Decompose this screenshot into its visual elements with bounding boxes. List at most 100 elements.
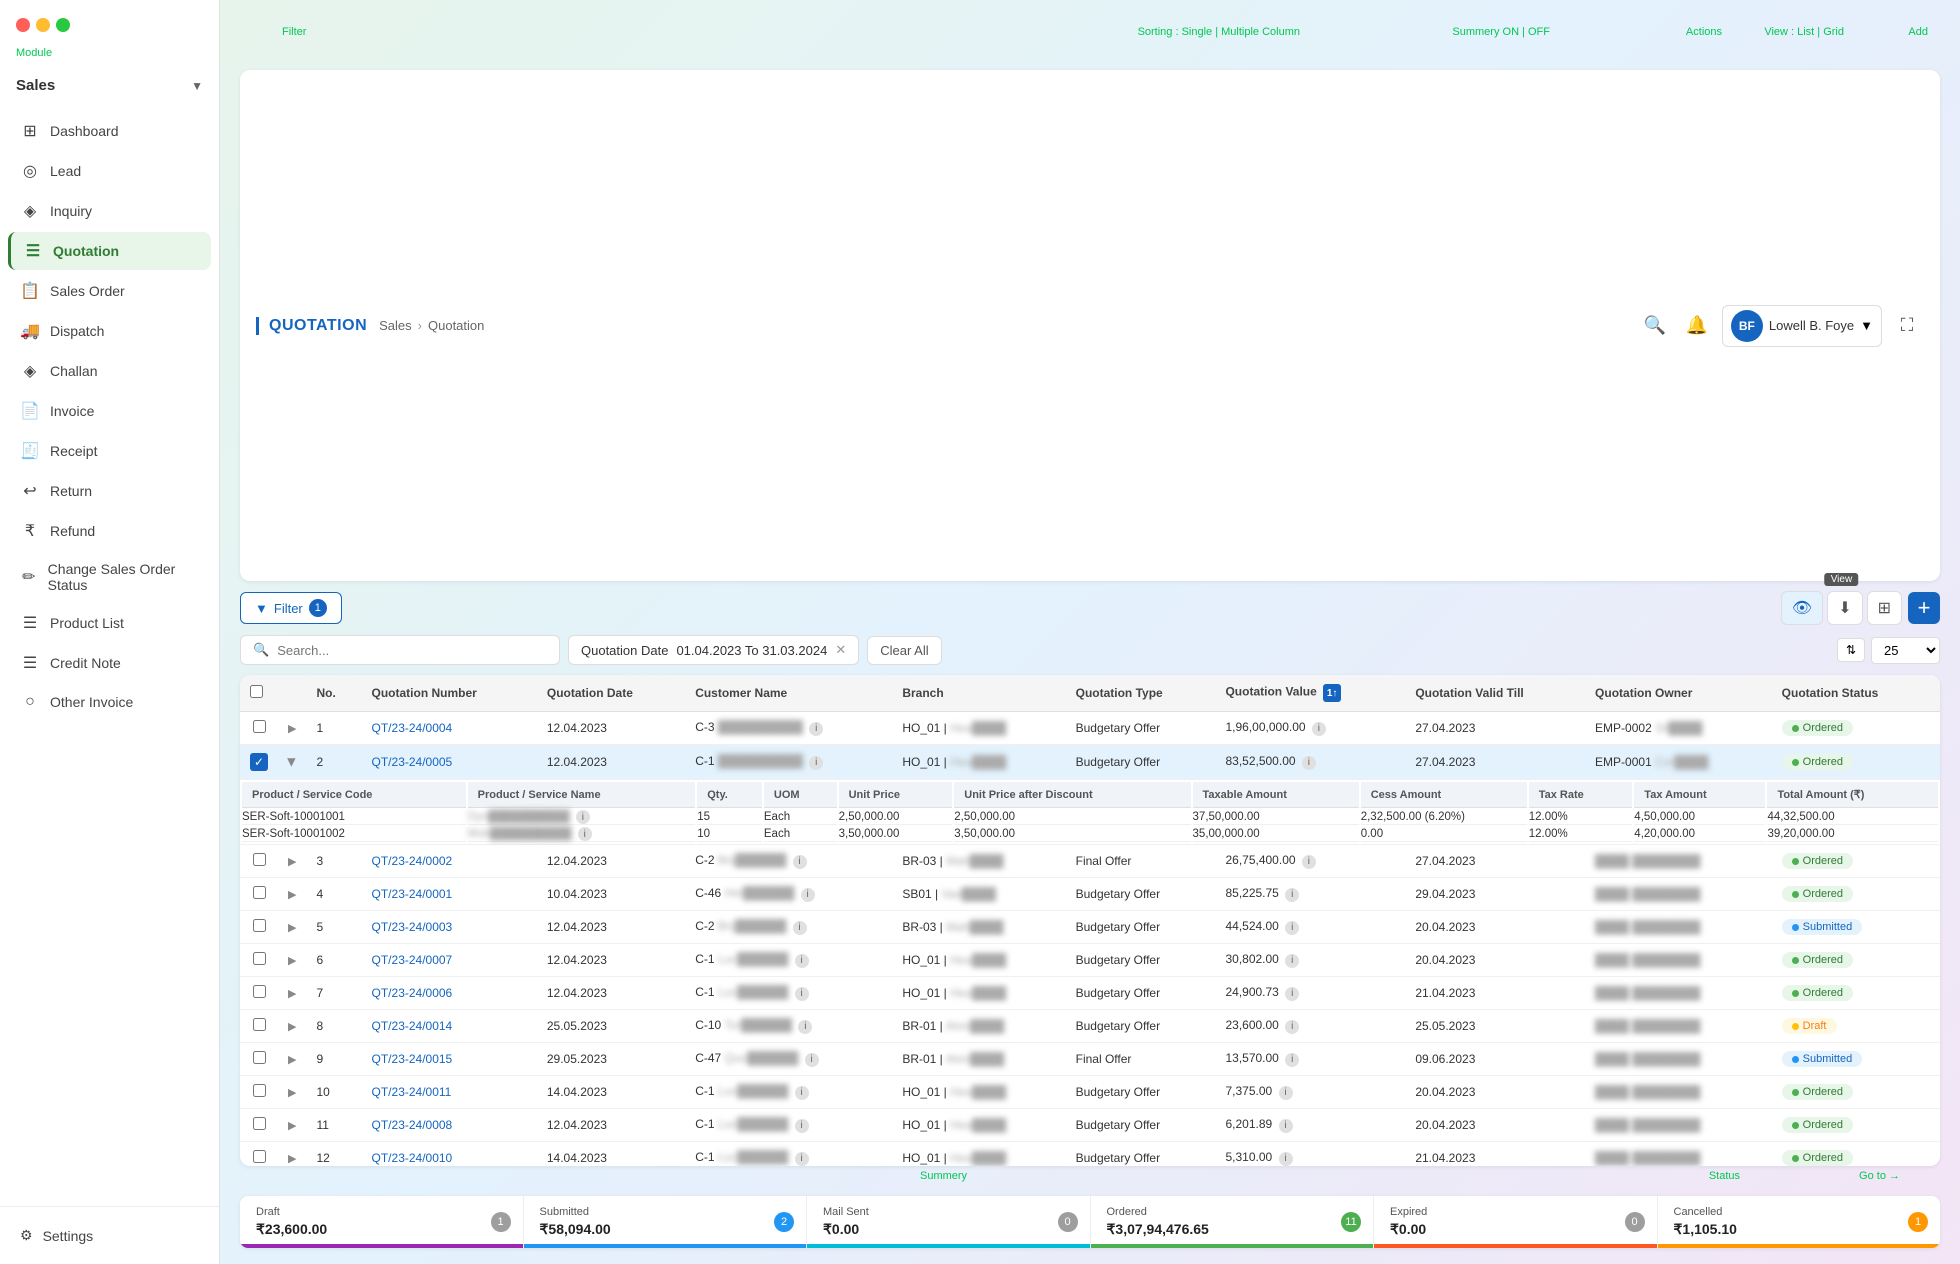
info-icon[interactable]: i [1302, 756, 1316, 770]
info-icon[interactable]: i [795, 987, 809, 1001]
fullscreen-button[interactable]: ⛶ [1890, 309, 1924, 343]
info-icon[interactable]: i [809, 722, 823, 736]
search-input[interactable] [277, 643, 547, 658]
view-eye-button[interactable]: 👁 [1781, 591, 1823, 625]
col-quotation-value[interactable]: Quotation Value 1↑ [1215, 675, 1405, 712]
sidebar-item-credit-note[interactable]: ☰ Credit Note [8, 644, 211, 682]
info-icon[interactable]: i [1279, 1119, 1293, 1133]
col-status[interactable]: Quotation Status [1772, 675, 1940, 712]
info-icon[interactable]: i [795, 1152, 809, 1166]
sidebar-item-return[interactable]: ↩ Return [8, 472, 211, 510]
info-icon[interactable]: i [809, 756, 823, 770]
expand-chevron[interactable]: ▶ [288, 955, 296, 967]
info-icon[interactable]: i [1279, 1086, 1293, 1100]
sidebar-item-refund[interactable]: ₹ Refund [8, 512, 211, 550]
page-title: QUOTATION [256, 317, 367, 335]
expand-chevron[interactable]: ▶ [288, 1087, 296, 1099]
info-icon[interactable]: i [798, 1020, 812, 1034]
info-icon[interactable]: i [793, 921, 807, 935]
expand-chevron[interactable]: ▶ [288, 1054, 296, 1066]
col-customer-name[interactable]: Customer Name [685, 675, 892, 712]
sidebar-item-lead[interactable]: ◎ Lead [8, 152, 211, 190]
col-quotation-number[interactable]: Quotation Number [362, 675, 537, 712]
data-table: No. Quotation Number Quotation Date Cust… [240, 675, 1940, 1166]
info-icon[interactable]: i [1285, 1053, 1299, 1067]
date-filter-clear[interactable]: ✕ [835, 642, 846, 658]
row-quotation-number[interactable]: QT/23-24/0005 [362, 745, 537, 780]
expand-chevron[interactable]: ▶ [286, 758, 299, 766]
sidebar-item-change-sales-order[interactable]: ✏ Change Sales Order Status [8, 552, 211, 602]
inquiry-icon: ◈ [20, 201, 40, 221]
notification-button[interactable]: 🔔 [1680, 309, 1714, 343]
info-icon[interactable]: i [1285, 921, 1299, 935]
expand-chevron[interactable]: ▶ [288, 889, 296, 901]
info-icon[interactable]: i [801, 888, 815, 902]
sidebar-item-challan[interactable]: ◈ Challan [8, 352, 211, 390]
info-icon[interactable]: i [793, 855, 807, 869]
col-branch[interactable]: Branch [892, 675, 1065, 712]
sidebar-item-sales-order[interactable]: 📋 Sales Order [8, 272, 211, 310]
sidebar-item-product-list[interactable]: ☰ Product List [8, 604, 211, 642]
expand-chevron[interactable]: ▶ [288, 1021, 296, 1033]
info-icon[interactable]: i [576, 810, 590, 824]
add-button[interactable]: + [1908, 592, 1940, 624]
sidebar-item-dispatch[interactable]: 🚚 Dispatch [8, 312, 211, 350]
info-icon[interactable]: i [805, 1053, 819, 1067]
row-quotation-number[interactable]: QT/23-24/0004 [362, 712, 537, 745]
sub-row-tax-rate: 12.00% [1529, 827, 1633, 842]
col-owner[interactable]: Quotation Owner [1585, 675, 1772, 712]
user-name: Lowell B. Foye [1769, 318, 1854, 333]
expand-chevron[interactable]: ▶ [288, 988, 296, 1000]
sort-options-button[interactable]: ⇅ [1837, 638, 1865, 662]
settings-item[interactable]: ⚙ Settings [16, 1219, 203, 1252]
col-valid-till[interactable]: Quotation Valid Till [1405, 675, 1585, 712]
clear-all-button[interactable]: Clear All [867, 636, 941, 665]
expand-chevron[interactable]: ▶ [288, 922, 296, 934]
info-icon[interactable]: i [795, 954, 809, 968]
info-icon[interactable]: i [1312, 722, 1326, 736]
col-quotation-date[interactable]: Quotation Date [537, 675, 685, 712]
sub-row-tax-amount: 4,20,000.00 [1634, 827, 1765, 842]
sidebar-item-other-invoice[interactable]: ○ Other Invoice [8, 684, 211, 720]
sidebar-item-dashboard[interactable]: ⊞ Dashboard [8, 112, 211, 150]
checked-icon[interactable]: ✓ [250, 753, 268, 771]
info-icon[interactable]: i [795, 1119, 809, 1133]
search-button[interactable]: 🔍 [1638, 309, 1672, 343]
info-icon[interactable]: i [1302, 855, 1316, 869]
info-icon[interactable]: i [578, 827, 592, 841]
summary-expired-bar [1374, 1244, 1657, 1248]
info-icon[interactable]: i [1285, 954, 1299, 968]
expand-chevron[interactable]: ▶ [288, 1120, 296, 1132]
expand-chevron[interactable]: ▶ [288, 723, 296, 735]
expand-chevron[interactable]: ▶ [288, 1153, 296, 1165]
expand-chevron[interactable]: ▶ [288, 856, 296, 868]
user-dropdown[interactable]: BF Lowell B. Foye ▼ [1722, 305, 1882, 347]
view-download-button[interactable]: ⬇ [1827, 591, 1862, 625]
sidebar-item-inquiry[interactable]: ◈ Inquiry [8, 192, 211, 230]
sidebar-item-quotation[interactable]: ☰ Quotation [8, 232, 211, 270]
sidebar-item-label: Inquiry [50, 203, 92, 219]
info-icon[interactable]: i [1285, 987, 1299, 1001]
summary-ordered: Ordered ₹3,07,94,476.65 11 [1091, 1196, 1375, 1248]
row-customer: C-1 ██████████ i [685, 745, 892, 780]
per-page-select[interactable]: 25 [1871, 637, 1940, 664]
view-grid-button[interactable]: ⊞ [1867, 591, 1902, 625]
sidebar-dropdown-icon[interactable]: ▼ [191, 79, 203, 93]
minimize-button[interactable] [36, 18, 50, 32]
info-icon[interactable]: i [795, 1086, 809, 1100]
filter-button[interactable]: ▼ Filter 1 [240, 592, 342, 624]
summary-draft: Draft ₹23,600.00 1 [240, 1196, 524, 1248]
info-icon[interactable]: i [1279, 1152, 1293, 1166]
breadcrumb-sales: Sales [379, 318, 412, 333]
info-icon[interactable]: i [1285, 1020, 1299, 1034]
sidebar-item-invoice[interactable]: 📄 Invoice [8, 392, 211, 430]
col-quotation-type[interactable]: Quotation Type [1066, 675, 1216, 712]
close-button[interactable] [16, 18, 30, 32]
maximize-button[interactable] [56, 18, 70, 32]
sidebar-item-label: Invoice [50, 403, 94, 419]
sub-table-row: SER-Soft-10001001 Dyn██████████ i 15 Eac… [242, 810, 1938, 825]
sidebar-item-receipt[interactable]: 🧾 Receipt [8, 432, 211, 470]
select-all-checkbox[interactable] [250, 685, 263, 698]
table-header-row: No. Quotation Number Quotation Date Cust… [240, 675, 1940, 712]
info-icon[interactable]: i [1285, 888, 1299, 902]
